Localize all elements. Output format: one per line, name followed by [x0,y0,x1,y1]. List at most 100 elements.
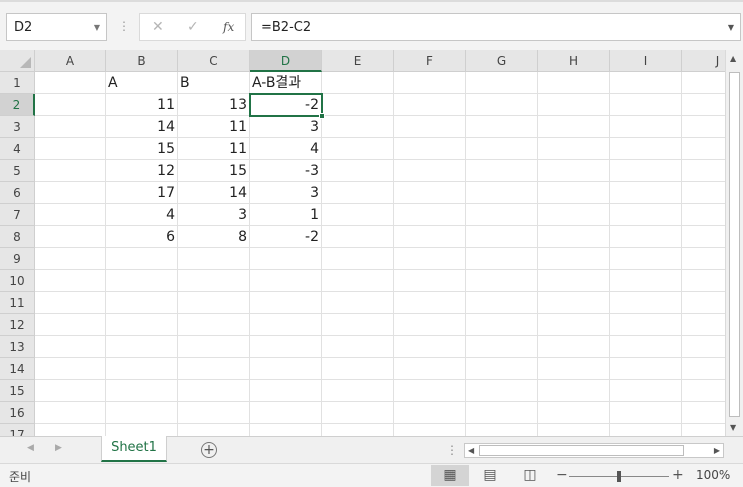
cell-j14[interactable] [682,358,725,380]
cell-d8[interactable]: -2 [250,226,322,248]
cell-h17[interactable] [538,424,610,436]
cell-h11[interactable] [538,292,610,314]
cell-f8[interactable] [394,226,466,248]
cell-f1[interactable] [394,72,466,94]
tab-split-handle-icon[interactable]: ⋮ [446,443,458,457]
cell-h7[interactable] [538,204,610,226]
close-icon[interactable]: ✕ [152,19,164,35]
cell-c4[interactable]: 11 [178,138,250,160]
cell-b1[interactable]: A [106,72,178,94]
cell-f4[interactable] [394,138,466,160]
cell-b14[interactable] [106,358,178,380]
cell-a1[interactable] [35,72,106,94]
cell-b2[interactable]: 11 [106,94,178,116]
cell-e6[interactable] [322,182,394,204]
cell-h15[interactable] [538,380,610,402]
cell-h8[interactable] [538,226,610,248]
cell-b11[interactable] [106,292,178,314]
cell-b7[interactable]: 4 [106,204,178,226]
worksheet-grid[interactable]: A B C D E F G H I J 1 A B A-B결과 2 11 13 -2 3 14 11 3 4 15 11 4 5 12… [0,50,725,436]
cell-f9[interactable] [394,248,466,270]
cell-h5[interactable] [538,160,610,182]
cell-b5[interactable]: 12 [106,160,178,182]
row-header-17[interactable]: 17 [0,424,35,436]
cell-e2[interactable] [322,94,394,116]
column-header-e[interactable]: E [322,50,394,72]
row-header-4[interactable]: 4 [0,138,35,160]
zoom-out-icon[interactable]: − [556,467,568,483]
cell-d16[interactable] [250,402,322,424]
row-header-12[interactable]: 12 [0,314,35,336]
cell-h13[interactable] [538,336,610,358]
cell-g5[interactable] [466,160,538,182]
cell-g10[interactable] [466,270,538,292]
cell-j3[interactable] [682,116,725,138]
row-header-13[interactable]: 13 [0,336,35,358]
cell-a11[interactable] [35,292,106,314]
cell-a16[interactable] [35,402,106,424]
zoom-slider-thumb[interactable] [617,471,621,482]
row-header-3[interactable]: 3 [0,116,35,138]
cell-g9[interactable] [466,248,538,270]
cell-d6[interactable]: 3 [250,182,322,204]
cell-d2[interactable]: -2 [250,94,322,116]
cell-j9[interactable] [682,248,725,270]
cell-c1[interactable]: B [178,72,250,94]
cell-f6[interactable] [394,182,466,204]
zoom-level[interactable]: 100% [696,468,730,482]
cell-e5[interactable] [322,160,394,182]
sheet-tab-sheet1[interactable]: Sheet1 [101,436,167,462]
cell-i12[interactable] [610,314,682,336]
cell-h1[interactable] [538,72,610,94]
cell-d11[interactable] [250,292,322,314]
cell-g4[interactable] [466,138,538,160]
add-sheet-icon[interactable]: + [201,442,217,458]
zoom-in-icon[interactable]: + [672,467,684,483]
cell-i9[interactable] [610,248,682,270]
cell-c11[interactable] [178,292,250,314]
cell-j12[interactable] [682,314,725,336]
cell-c13[interactable] [178,336,250,358]
cell-d10[interactable] [250,270,322,292]
cell-e1[interactable] [322,72,394,94]
row-header-11[interactable]: 11 [0,292,35,314]
scroll-down-icon[interactable]: ▼ [730,423,736,432]
cell-c17[interactable] [178,424,250,436]
cell-h10[interactable] [538,270,610,292]
cell-b8[interactable]: 6 [106,226,178,248]
cell-g8[interactable] [466,226,538,248]
cell-i14[interactable] [610,358,682,380]
cell-c7[interactable]: 3 [178,204,250,226]
normal-view-icon[interactable]: ▦ [431,465,469,486]
cell-d3[interactable]: 3 [250,116,322,138]
horizontal-scrollbar[interactable]: ◀ ▶ [464,443,724,458]
cell-e16[interactable] [322,402,394,424]
cell-b6[interactable]: 17 [106,182,178,204]
scroll-right-icon[interactable]: ▶ [714,446,720,455]
cell-i7[interactable] [610,204,682,226]
select-all-button[interactable] [0,50,35,72]
column-header-c[interactable]: C [178,50,250,72]
cell-g14[interactable] [466,358,538,380]
cell-c12[interactable] [178,314,250,336]
cell-e15[interactable] [322,380,394,402]
cell-a15[interactable] [35,380,106,402]
cell-e4[interactable] [322,138,394,160]
cell-g16[interactable] [466,402,538,424]
cell-d17[interactable] [250,424,322,436]
cell-d7[interactable]: 1 [250,204,322,226]
cell-g6[interactable] [466,182,538,204]
name-box[interactable]: D2 ▼ [6,13,107,41]
cell-a4[interactable] [35,138,106,160]
tab-prev-icon[interactable]: ◀ [27,443,34,453]
cell-i16[interactable] [610,402,682,424]
cell-b12[interactable] [106,314,178,336]
row-header-10[interactable]: 10 [0,270,35,292]
row-header-6[interactable]: 6 [0,182,35,204]
cell-i8[interactable] [610,226,682,248]
column-header-i[interactable]: I [610,50,682,72]
cell-e13[interactable] [322,336,394,358]
cell-i13[interactable] [610,336,682,358]
cell-f15[interactable] [394,380,466,402]
cell-b4[interactable]: 15 [106,138,178,160]
